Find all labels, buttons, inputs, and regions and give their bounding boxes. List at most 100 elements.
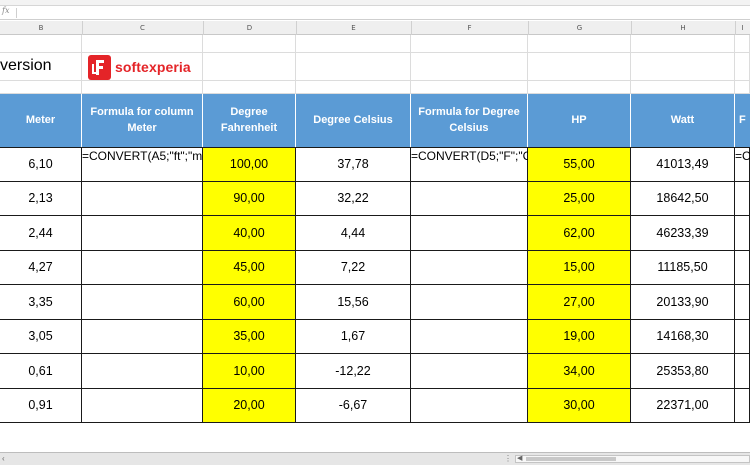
cell-formula-watt[interactable]: =C — [735, 147, 750, 182]
header-hp[interactable]: HP — [528, 94, 631, 147]
cell-formula-celsius[interactable] — [411, 354, 528, 389]
grid-cell[interactable] — [735, 35, 750, 53]
cell-formula-meter[interactable] — [82, 319, 203, 354]
grid-cell[interactable] — [296, 35, 411, 53]
grid-cell[interactable] — [631, 35, 735, 53]
column-header-h[interactable]: H — [631, 21, 736, 35]
grid-cell[interactable] — [528, 53, 631, 81]
cell-meter[interactable]: 2,44 — [0, 216, 82, 251]
scroll-left-arrow-icon[interactable]: ◀ — [517, 454, 522, 462]
grid-cell[interactable] — [631, 81, 735, 94]
column-header-c[interactable]: C — [82, 21, 204, 35]
cell-formula-watt[interactable] — [735, 285, 750, 320]
grid-cell[interactable] — [411, 81, 528, 94]
scrollbar-thumb[interactable] — [526, 457, 616, 461]
cell-celsius[interactable]: 4,44 — [296, 216, 411, 251]
cell-formula-celsius[interactable] — [411, 285, 528, 320]
cell-meter[interactable]: 4,27 — [0, 250, 82, 285]
cell-formula-watt[interactable] — [735, 319, 750, 354]
sheet-scroll-left-icon[interactable]: ‹ — [2, 454, 5, 463]
cell-meter[interactable]: 0,91 — [0, 388, 82, 423]
cell-fahrenheit[interactable]: 90,00 — [203, 181, 296, 216]
cell-celsius[interactable]: 37,78 — [296, 147, 411, 182]
cell-watt[interactable]: 41013,49 — [631, 147, 735, 182]
grid-cell[interactable] — [296, 53, 411, 81]
cell-celsius[interactable]: -12,22 — [296, 354, 411, 389]
cell-hp[interactable]: 55,00 — [528, 147, 631, 182]
cell-hp[interactable]: 15,00 — [528, 250, 631, 285]
formula-bar[interactable]: fx — [0, 6, 750, 20]
cell-fahrenheit[interactable]: 35,00 — [203, 319, 296, 354]
cell-watt[interactable]: 14168,30 — [631, 319, 735, 354]
header-meter[interactable]: Meter — [0, 94, 82, 147]
cell-meter[interactable]: 3,05 — [0, 319, 82, 354]
cell-hp[interactable]: 27,00 — [528, 285, 631, 320]
cell-formula-celsius[interactable] — [411, 388, 528, 423]
cell-formula-celsius[interactable] — [411, 319, 528, 354]
sheet-tab-splitter-icon[interactable]: ⋮ — [504, 454, 512, 463]
cell-fahrenheit[interactable]: 45,00 — [203, 250, 296, 285]
cell-formula-meter[interactable]: =CONVERT(A5;"ft";"m") — [82, 147, 211, 182]
grid-cell[interactable] — [528, 81, 631, 94]
cell-formula-watt[interactable] — [735, 250, 750, 285]
cell-watt[interactable]: 18642,50 — [631, 181, 735, 216]
grid-cell[interactable] — [82, 81, 203, 94]
cell-formula-meter[interactable] — [82, 250, 203, 285]
grid-cell[interactable] — [411, 35, 528, 53]
grid-cell[interactable] — [296, 81, 411, 94]
grid-cell[interactable] — [82, 35, 203, 53]
grid-cell[interactable] — [203, 81, 296, 94]
cell-watt[interactable]: 11185,50 — [631, 250, 735, 285]
header-degree-celsius[interactable]: Degree Celsius — [296, 94, 411, 147]
cell-fahrenheit[interactable]: 20,00 — [203, 388, 296, 423]
cell-hp[interactable]: 19,00 — [528, 319, 631, 354]
fx-icon[interactable]: fx — [2, 6, 9, 15]
column-header-i[interactable]: I — [735, 21, 750, 35]
header-formula-watt[interactable]: F — [735, 94, 750, 147]
grid-cell[interactable] — [735, 81, 750, 94]
header-watt[interactable]: Watt — [631, 94, 735, 147]
cell-formula-celsius[interactable] — [411, 250, 528, 285]
column-header-g[interactable]: G — [528, 21, 632, 35]
cell-fahrenheit[interactable]: 100,00 — [203, 147, 296, 182]
grid-cell[interactable] — [735, 53, 750, 81]
cell-meter[interactable]: 2,13 — [0, 181, 82, 216]
cell-watt[interactable]: 20133,90 — [631, 285, 735, 320]
header-degree-fahrenheit[interactable]: Degree Fahrenheit — [203, 94, 296, 147]
horizontal-scrollbar[interactable]: ◀ — [515, 455, 750, 463]
cell-meter[interactable]: 3,35 — [0, 285, 82, 320]
column-header-e[interactable]: E — [296, 21, 412, 35]
grid-cell[interactable] — [203, 53, 296, 81]
grid-cell[interactable] — [0, 35, 82, 53]
cell-formula-watt[interactable] — [735, 388, 750, 423]
cell-formula-celsius[interactable] — [411, 181, 528, 216]
cell-formula-celsius[interactable]: =CONVERT(D5;"F";"C") — [411, 147, 540, 182]
cell-formula-meter[interactable] — [82, 285, 203, 320]
cell-celsius[interactable]: -6,67 — [296, 388, 411, 423]
header-formula-celsius[interactable]: Formula for Degree Celsius — [411, 94, 528, 147]
cell-formula-meter[interactable] — [82, 388, 203, 423]
grid-cell[interactable] — [411, 53, 528, 81]
cell-meter[interactable]: 6,10 — [0, 147, 82, 182]
cell-formula-celsius[interactable] — [411, 216, 528, 251]
cell-celsius[interactable]: 32,22 — [296, 181, 411, 216]
cell-watt[interactable]: 25353,80 — [631, 354, 735, 389]
cell-hp[interactable]: 25,00 — [528, 181, 631, 216]
grid-cell[interactable] — [203, 35, 296, 53]
cell-watt[interactable]: 22371,00 — [631, 388, 735, 423]
cell-formula-watt[interactable] — [735, 216, 750, 251]
cell-formula-meter[interactable] — [82, 181, 203, 216]
cell-celsius[interactable]: 15,56 — [296, 285, 411, 320]
cell-fahrenheit[interactable]: 40,00 — [203, 216, 296, 251]
grid-cell[interactable] — [528, 35, 631, 53]
cell-celsius[interactable]: 7,22 — [296, 250, 411, 285]
cell-formula-watt[interactable] — [735, 354, 750, 389]
grid-cell[interactable] — [631, 53, 735, 81]
cell-hp[interactable]: 62,00 — [528, 216, 631, 251]
cell-hp[interactable]: 30,00 — [528, 388, 631, 423]
column-header-f[interactable]: F — [411, 21, 529, 35]
cell-celsius[interactable]: 1,67 — [296, 319, 411, 354]
cell-hp[interactable]: 34,00 — [528, 354, 631, 389]
grid-cell[interactable] — [0, 81, 82, 94]
cell-fahrenheit[interactable]: 10,00 — [203, 354, 296, 389]
